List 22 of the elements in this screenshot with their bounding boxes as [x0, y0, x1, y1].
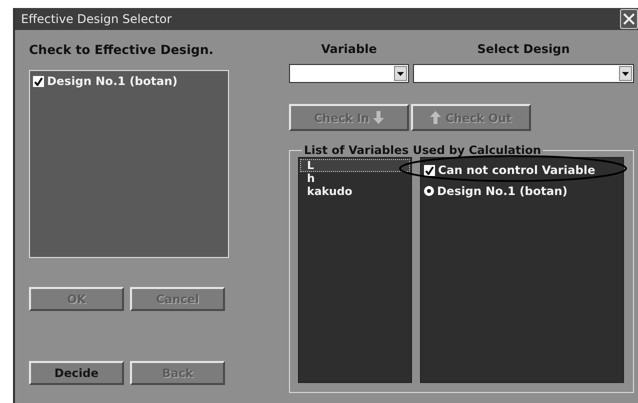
- dropdown-field[interactable]: [289, 64, 409, 83]
- close-icon: [623, 13, 635, 25]
- variable-item[interactable]: h: [300, 172, 410, 185]
- window-title: Effective Design Selector: [21, 12, 172, 26]
- section-heading: Check to Effective Design.: [29, 42, 215, 58]
- group-legend: List of Variables Used by Calculation: [302, 143, 544, 157]
- close-button[interactable]: [620, 9, 638, 29]
- design-item[interactable]: Design No.1 (botan): [47, 74, 178, 88]
- checkbox[interactable]: [33, 76, 44, 86]
- dialog-button[interactable]: Decide: [29, 361, 124, 385]
- down-arrow-icon: [373, 111, 384, 124]
- dropdown-field[interactable]: [413, 64, 634, 83]
- caret-icon: [622, 72, 629, 76]
- up-arrow-icon: [430, 111, 442, 124]
- caret-icon: [397, 72, 404, 76]
- variable-item[interactable]: kakudo: [300, 185, 410, 198]
- radio-label[interactable]: Design No.1 (botan): [437, 184, 568, 198]
- variable-item[interactable]: L: [300, 159, 410, 172]
- radio-button[interactable]: [424, 186, 434, 196]
- field-label: Variable: [321, 42, 377, 57]
- field-label: Select Design: [477, 42, 570, 57]
- checkbox[interactable]: [424, 164, 435, 176]
